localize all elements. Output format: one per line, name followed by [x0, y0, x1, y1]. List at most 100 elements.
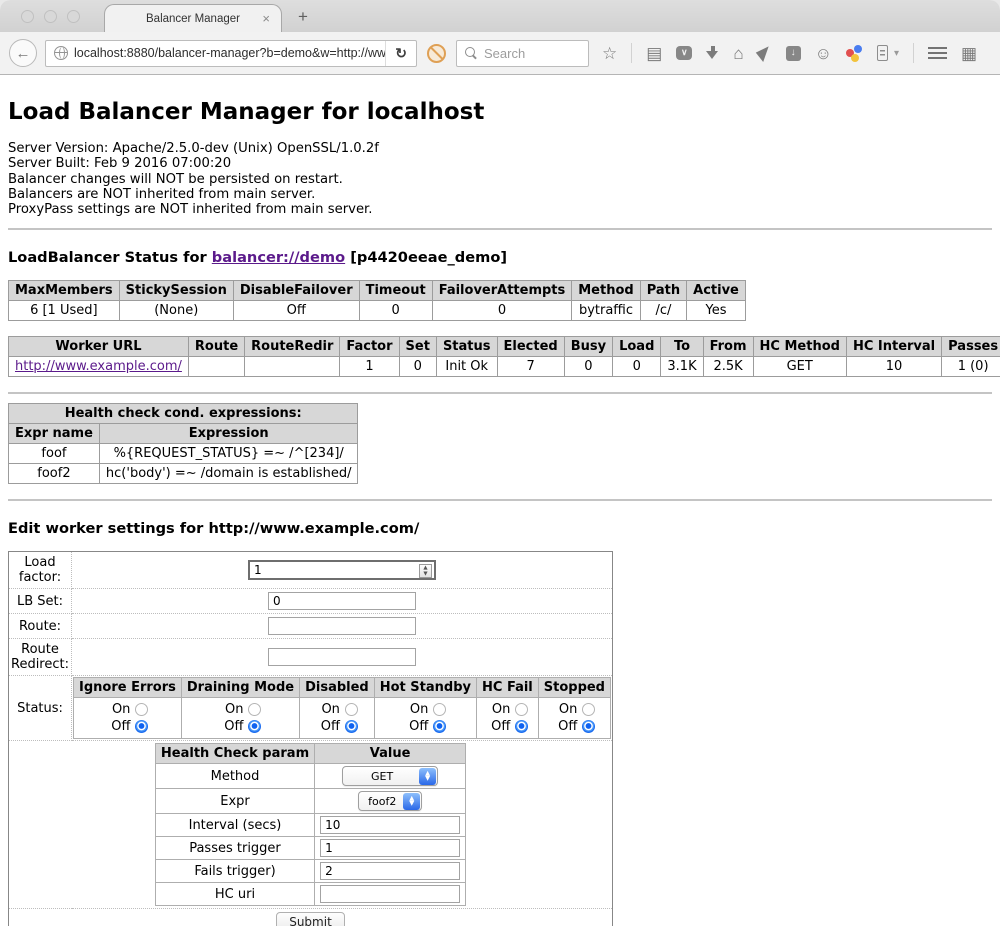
radio-off-label: Off	[402, 719, 428, 734]
minimize-window-button[interactable]	[44, 10, 57, 23]
radio-off-label: Off	[217, 719, 243, 734]
col-from: From	[703, 337, 753, 357]
cell-elected: 7	[497, 357, 564, 377]
pocket-icon[interactable]: ∨	[676, 46, 692, 60]
route-redirect-input[interactable]	[268, 648, 416, 666]
feedback-smiley-icon[interactable]: ☺	[815, 45, 832, 62]
status-table: Ignore Errors Draining Mode Disabled Hot…	[73, 677, 611, 739]
back-button[interactable]: ←	[9, 39, 37, 67]
hc-fail-off-radio[interactable]	[515, 720, 528, 733]
cell-expression: %{REQUEST_STATUS} =~ /^[234]/	[99, 444, 358, 464]
zoom-window-button[interactable]	[67, 10, 80, 23]
tab-title: Balancer Manager	[146, 13, 240, 25]
number-stepper-icon[interactable]: ▲▼	[419, 564, 432, 578]
col-hot-standby: Hot Standby	[374, 678, 476, 698]
cell-routeredir	[245, 357, 340, 377]
radio-off-label: Off	[551, 719, 577, 734]
col-method: Method	[572, 281, 640, 301]
load-factor-input[interactable]	[248, 560, 436, 580]
stopped-on-radio[interactable]	[582, 703, 595, 716]
toolbar-divider	[631, 43, 632, 63]
hc-uri-input[interactable]	[320, 885, 460, 903]
cell-load: 0	[613, 357, 661, 377]
table-row: foof2 hc('body') =~ /domain is establish…	[9, 464, 358, 484]
server-built: Server Built: Feb 9 2016 07:00:20	[8, 156, 992, 171]
col-failoverattempts: FailoverAttempts	[432, 281, 572, 301]
submit-button[interactable]: Submit	[276, 912, 345, 926]
method-select[interactable]: GET ▲▼	[342, 766, 438, 786]
hc-fail-on-radio[interactable]	[515, 703, 528, 716]
interval-input[interactable]	[320, 816, 460, 834]
table-row: http://www.example.com/ 1 0 Init Ok 7 0 …	[9, 357, 1000, 377]
balancer-status-table: MaxMembers StickySession DisableFailover…	[8, 280, 746, 321]
divider	[8, 392, 992, 394]
bookmark-star-icon[interactable]: ☆	[602, 45, 617, 62]
route-input[interactable]	[268, 617, 416, 635]
cell-failoverattempts: 0	[432, 301, 572, 321]
search-placeholder: Search	[484, 46, 525, 61]
col-elected: Elected	[497, 337, 564, 357]
notice-proxypass: ProxyPass settings are NOT inherited fro…	[8, 202, 992, 217]
col-disabled: Disabled	[300, 678, 375, 698]
radio-on-label: On	[314, 702, 340, 717]
radio-on-label: On	[402, 702, 428, 717]
cell-set: 0	[399, 357, 436, 377]
close-window-button[interactable]	[21, 10, 34, 23]
status-label: Status:	[9, 676, 72, 741]
ignore-errors-on-radio[interactable]	[135, 703, 148, 716]
hot-standby-on-radio[interactable]	[433, 703, 446, 716]
table-header-row: Expr name Expression	[9, 424, 358, 444]
search-bar[interactable]: Search	[456, 40, 589, 67]
route-label: Route:	[9, 614, 72, 639]
tiles-grid-icon[interactable]: ▦	[961, 45, 977, 62]
reload-icon[interactable]: ↻	[385, 41, 416, 66]
fails-trigger-input[interactable]	[320, 862, 460, 880]
draining-mode-on-radio[interactable]	[248, 703, 261, 716]
col-expr-name: Expr name	[9, 424, 100, 444]
content-blocked-icon[interactable]	[427, 44, 446, 63]
url-bar[interactable]: localhost:8880/balancer-manager?b=demo&w…	[45, 40, 417, 67]
url-text[interactable]: localhost:8880/balancer-manager?b=demo&w…	[74, 46, 385, 60]
colorful-extension-icon[interactable]	[846, 45, 863, 62]
draining-mode-off-radio[interactable]	[248, 720, 261, 733]
passes-trigger-input[interactable]	[320, 839, 460, 857]
stopped-off-radio[interactable]	[582, 720, 595, 733]
ignore-errors-off-radio[interactable]	[135, 720, 148, 733]
balancer-demo-link[interactable]: balancer://demo	[212, 249, 345, 266]
hc-uri-label: HC uri	[155, 883, 314, 906]
hc-fail-radios: On Off	[477, 698, 539, 739]
health-check-expressions-table: Health check cond. expressions: Expr nam…	[8, 403, 358, 484]
form-row-lb-set: LB Set:	[9, 589, 613, 614]
extension-download-icon[interactable]: ↓	[786, 46, 801, 61]
hot-standby-off-radio[interactable]	[433, 720, 446, 733]
downloads-icon[interactable]	[706, 46, 719, 60]
lb-set-input[interactable]	[268, 592, 416, 610]
window-controls	[21, 10, 80, 23]
battery-extension-icon[interactable]	[877, 45, 888, 61]
radio-off-label: Off	[104, 719, 130, 734]
expr-select[interactable]: foof2 ▲▼	[358, 791, 422, 811]
disabled-off-radio[interactable]	[345, 720, 358, 733]
tab-close-icon[interactable]: ×	[262, 12, 270, 25]
col-ignore-errors: Ignore Errors	[74, 678, 182, 698]
send-tab-icon[interactable]	[755, 44, 773, 62]
col-passes: Passes	[942, 337, 1000, 357]
tab-balancer-manager[interactable]: Balancer Manager ×	[104, 4, 282, 32]
chevron-down-icon[interactable]: ▾	[894, 48, 899, 59]
col-stickysession: StickySession	[119, 281, 233, 301]
balancer-status-heading: LoadBalancer Status for balancer://demo …	[8, 249, 992, 266]
site-identity-globe-icon[interactable]	[54, 46, 68, 60]
form-row-health-check: Health Check param Value Method GET ▲▼	[9, 741, 613, 909]
cell-worker-url: http://www.example.com/	[9, 357, 189, 377]
cell-expr-name: foof2	[9, 464, 100, 484]
bookmarks-clipboard-icon[interactable]: ▤	[646, 45, 662, 62]
menu-hamburger-icon[interactable]	[928, 47, 947, 59]
home-icon[interactable]: ⌂	[733, 45, 743, 62]
new-tab-button[interactable]: +	[298, 7, 308, 27]
worker-url-link[interactable]: http://www.example.com/	[15, 359, 182, 374]
disabled-on-radio[interactable]	[345, 703, 358, 716]
cell-passes: 1 (0)	[942, 357, 1000, 377]
expr-label: Expr	[155, 789, 314, 814]
form-row-submit: Submit	[9, 909, 613, 926]
radio-off-label: Off	[484, 719, 510, 734]
